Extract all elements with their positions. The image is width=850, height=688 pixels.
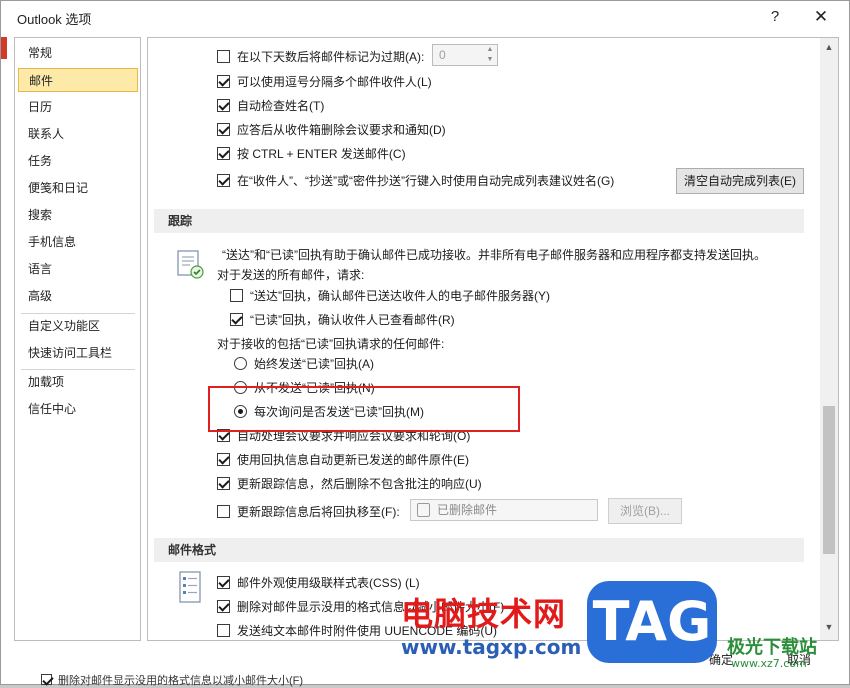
delete-meeting-label: 应答后从收件箱删除会议要求和通知(D) <box>237 122 446 137</box>
move-receipts-checkbox[interactable] <box>217 504 230 518</box>
sidebar-item-search[interactable]: 搜索 <box>18 203 138 227</box>
mail-options-pane: 在以下天数后将邮件标记为过期(A): 0 ▲ ▼ 可以使用逗号分隔多个邮件收件人… <box>147 37 839 641</box>
sidebar-item-general[interactable]: 常规 <box>18 41 138 65</box>
received-request-label: 对于接收的包括“已读”回执请求的任何邮件: <box>217 336 445 351</box>
tracking-receipt-icon <box>177 250 204 279</box>
sidebar-item-language[interactable]: 语言 <box>18 257 138 281</box>
delete-meeting-row: 应答后从收件箱删除会议要求和通知(D) <box>217 118 446 140</box>
window-title: Outlook 选项 <box>17 12 92 27</box>
content-scrollbar[interactable]: ▲ ▼ <box>820 38 838 640</box>
message-format-section-header: 邮件格式 <box>154 538 804 562</box>
update-delete-label: 更新跟踪信息，然后删除不包含批注的响应(U) <box>237 476 482 491</box>
autocomplete-label: 在“收件人”、“抄送”或“密件抄送”行键入时使用自动完成列表建议姓名(G) <box>237 173 615 188</box>
ok-button[interactable]: 确定 <box>689 647 753 673</box>
comma-separator-label: 可以使用逗号分隔多个邮件收件人(L) <box>237 74 432 89</box>
sidebar-item-mail[interactable]: 邮件 <box>18 68 138 92</box>
options-sidebar: 常规 邮件 日历 联系人 任务 便笺和日记 搜索 手机信息 语言 高级 自定义功… <box>14 37 141 641</box>
title-bar: Outlook 选项 ? ✕ <box>1 1 849 33</box>
sidebar-item-contacts[interactable]: 联系人 <box>18 122 138 146</box>
expire-option-row: 在以下天数后将邮件标记为过期(A): <box>217 45 424 67</box>
delete-meeting-checkbox[interactable] <box>217 122 230 136</box>
move-receipts-row: 更新跟踪信息后将回执移至(F): <box>217 500 400 522</box>
cancel-button[interactable]: 取消 <box>767 647 831 673</box>
comma-separator-checkbox[interactable] <box>217 74 230 88</box>
ctrl-enter-label: 按 CTRL + ENTER 发送邮件(C) <box>237 146 406 161</box>
expire-checkbox[interactable] <box>217 49 230 63</box>
sidebar-item-mobile[interactable]: 手机信息 <box>18 230 138 254</box>
outlook-options-dialog: Outlook 选项 ? ✕ 常规 邮件 日历 联系人 任务 便笺和日记 搜索 … <box>0 0 850 687</box>
clear-autocomplete-button[interactable]: 清空自动完成列表(E) <box>676 168 804 194</box>
move-receipts-label: 更新跟踪信息后将回执移至(F): <box>237 504 400 519</box>
help-button[interactable]: ? <box>761 5 789 29</box>
remove-format-checkbox[interactable] <box>217 599 230 613</box>
update-original-checkbox[interactable] <box>217 452 230 466</box>
background-window-fragment <box>1 37 7 59</box>
received-request-row: 对于接收的包括“已读”回执请求的任何邮件: <box>217 332 444 354</box>
sidebar-item-quick-access-toolbar[interactable]: 快速访问工具栏 <box>18 341 138 365</box>
sidebar-item-trust-center[interactable]: 信任中心 <box>18 397 138 421</box>
close-button[interactable]: ✕ <box>805 5 837 29</box>
css-checkbox[interactable] <box>217 575 230 589</box>
annotation-highlight-box <box>208 386 520 432</box>
sidebar-item-add-ins[interactable]: 加载项 <box>18 370 138 394</box>
folder-icon <box>417 503 430 517</box>
background-window-row: 删除对邮件显示没用的格式信息以减小邮件大小(F) <box>41 673 304 687</box>
check-names-label: 自动检查姓名(T) <box>237 98 325 113</box>
read-receipt-label: “已读”回执，确认收件人已查看邮件(R) <box>250 312 455 327</box>
autocomplete-row: 在“收件人”、“抄送”或“密件抄送”行键入时使用自动完成列表建议姓名(G) <box>217 169 614 191</box>
tracking-section-header: 跟踪 <box>154 209 804 233</box>
check-names-row: 自动检查姓名(T) <box>217 94 324 116</box>
update-delete-row: 更新跟踪信息，然后删除不包含批注的响应(U) <box>217 472 482 494</box>
tracking-intro: “送达”和“已读”回执有助于确认邮件已成功接收。并非所有电子邮件服务器和应用程序… <box>222 243 766 265</box>
sent-request-row: 对于发送的所有邮件，请求: <box>217 263 364 285</box>
spin-up-icon[interactable]: ▲ <box>483 45 497 55</box>
uuencode-row: 发送纯文本邮件时附件使用 UUENCODE 编码(U) <box>217 619 497 640</box>
background-checkbox <box>41 674 52 685</box>
receipt-folder-field[interactable]: 已删除邮件 <box>410 499 598 521</box>
read-receipt-checkbox[interactable] <box>230 312 243 326</box>
radio-always-send[interactable] <box>234 356 247 370</box>
delivery-receipt-checkbox[interactable] <box>230 288 243 302</box>
sidebar-item-calendar[interactable]: 日历 <box>18 95 138 119</box>
remove-format-label: 删除对邮件显示没用的格式信息以减小邮件大小(F) <box>237 599 505 614</box>
message-format-icon <box>179 571 201 603</box>
expire-days-spinner[interactable]: 0 ▲ ▼ <box>432 44 498 66</box>
sidebar-item-notes-journal[interactable]: 便笺和日记 <box>18 176 138 200</box>
sidebar-item-tasks[interactable]: 任务 <box>18 149 138 173</box>
css-option-row: 邮件外观使用级联样式表(CSS) (L) <box>217 571 420 593</box>
scrollbar-thumb[interactable] <box>823 406 835 554</box>
autocomplete-checkbox[interactable] <box>217 173 230 187</box>
read-receipt-row: “已读”回执，确认收件人已查看邮件(R) <box>230 308 455 330</box>
expire-days-value: 0 <box>439 48 446 62</box>
check-names-checkbox[interactable] <box>217 98 230 112</box>
scroll-up-icon[interactable]: ▲ <box>820 42 838 56</box>
ctrl-enter-checkbox[interactable] <box>217 146 230 160</box>
update-original-row: 使用回执信息自动更新已发送的邮件原件(E) <box>217 448 469 470</box>
update-delete-checkbox[interactable] <box>217 476 230 490</box>
sidebar-item-customize-ribbon[interactable]: 自定义功能区 <box>18 314 138 338</box>
comma-separator-row: 可以使用逗号分隔多个邮件收件人(L) <box>217 70 432 92</box>
receipt-folder-value: 已删除邮件 <box>437 503 498 517</box>
spin-down-icon[interactable]: ▼ <box>483 55 497 65</box>
sent-request-label: 对于发送的所有邮件，请求: <box>217 267 365 282</box>
ctrl-enter-row: 按 CTRL + ENTER 发送邮件(C) <box>217 142 406 164</box>
remove-format-row: 删除对邮件显示没用的格式信息以减小邮件大小(F) <box>217 595 504 617</box>
browse-button[interactable]: 浏览(B)... <box>608 498 682 524</box>
scroll-down-icon[interactable]: ▼ <box>820 622 838 636</box>
css-label: 邮件外观使用级联样式表(CSS) (L) <box>237 575 420 590</box>
delivery-receipt-label: “送达”回执，确认邮件已送达收件人的电子邮件服务器(Y) <box>250 288 550 303</box>
background-row-text: 删除对邮件显示没用的格式信息以减小邮件大小(F) <box>58 674 304 687</box>
tracking-intro-text: “送达”和“已读”回执有助于确认邮件已成功接收。并非所有电子邮件服务器和应用程序… <box>222 247 766 262</box>
uuencode-checkbox[interactable] <box>217 623 230 637</box>
expire-label: 在以下天数后将邮件标记为过期(A): <box>237 49 425 64</box>
update-original-label: 使用回执信息自动更新已发送的邮件原件(E) <box>237 452 469 467</box>
radio-always-row: 始终发送“已读”回执(A) <box>234 352 374 374</box>
delivery-receipt-row: “送达”回执，确认邮件已送达收件人的电子邮件服务器(Y) <box>230 284 550 306</box>
radio-always-label: 始终发送“已读”回执(A) <box>254 356 374 371</box>
uuencode-label: 发送纯文本邮件时附件使用 UUENCODE 编码(U) <box>237 623 497 638</box>
sidebar-item-advanced[interactable]: 高级 <box>18 284 138 308</box>
